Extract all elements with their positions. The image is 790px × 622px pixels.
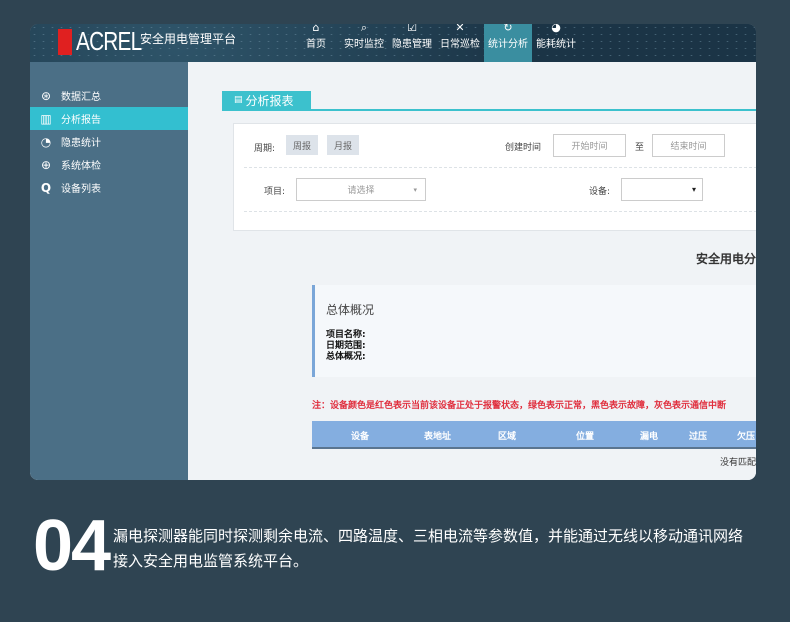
nav-hazard[interactable]: ☑ 隐患管理 [388, 24, 436, 62]
overview-title: 总体概况 [326, 303, 375, 317]
status-color-note: 注：设备颜色是红色表示当前该设备正处于报警状态，绿色表示正常，黑色表示故障，灰色… [312, 401, 727, 411]
weekly-button[interactable]: 周报 [286, 135, 318, 155]
dashboard-icon: ⊛ [40, 88, 52, 103]
nav-energy[interactable]: ◕ 能耗统计 [532, 24, 580, 62]
nav-label: 能耗统计 [536, 39, 576, 50]
column-leakage: 漏电 [640, 432, 659, 442]
overview-panel: 总体概况 项目名称: 日期范围: 总体概况: [312, 285, 756, 377]
overview-field: 总体概况: [326, 352, 366, 362]
column-undervoltage: 欠压 [737, 432, 756, 442]
empty-table-message: 没有匹配 [719, 458, 756, 468]
column-overvoltage: 过压 [689, 432, 708, 442]
created-time-label: 创建时间 [505, 143, 542, 153]
sidebar-label: 分析报告 [61, 115, 101, 126]
tools-icon: ✕ [455, 24, 465, 34]
column-device: 设备 [351, 432, 370, 442]
nav-monitor[interactable]: ⌕ 实时监控 [340, 24, 388, 62]
end-time-input[interactable]: 结束时间 [652, 134, 725, 157]
tab-underline [222, 109, 756, 111]
report-title: 安全用电分 [696, 252, 756, 266]
project-placeholder: 请选择 [347, 186, 375, 196]
sidebar-item-report[interactable]: ▥ 分析报告 [30, 107, 188, 130]
sidebar-item-devices[interactable]: Q 设备列表 [30, 176, 188, 199]
analysis-icon: ↻ [503, 24, 513, 34]
app-screenshot: ACREL 安全用电管理平台 ⌂ 首页 ⌕ 实时监控 ☑ 隐患管理 ✕ 日常巡检 ↻ 统计… [30, 24, 756, 480]
filter-row-1: 周期: 周报 月报 创建时间 开始时间 至 结束时间 [244, 124, 756, 168]
monitor-icon: ⌕ [360, 24, 368, 34]
sidebar-item-checkup[interactable]: ⊕ 系统体检 [30, 153, 188, 176]
top-header: ACREL 安全用电管理平台 ⌂ 首页 ⌕ 实时监控 ☑ 隐患管理 ✕ 日常巡检 ↻ 统计… [30, 24, 756, 62]
platform-title: 安全用电管理平台 [140, 32, 237, 46]
period-label: 周期: [254, 144, 276, 154]
sidebar-label: 数据汇总 [61, 92, 101, 103]
filter-row-2: 项目: 请选择 ▾ 设备: ▾ [244, 168, 756, 212]
nav-label: 统计分析 [488, 39, 528, 50]
home-icon: ⌂ [312, 24, 320, 34]
column-area: 区域 [498, 432, 517, 442]
logo-mark [58, 28, 72, 55]
sidebar-label: 系统体检 [61, 161, 101, 172]
filter-panel: 周期: 周报 月报 创建时间 开始时间 至 结束时间 项目: 请选择 ▾ 设备: … [233, 123, 756, 231]
project-name-field: 项目名称: [326, 330, 366, 340]
main-content: ▤ 分析报表 周期: 周报 月报 创建时间 开始时间 至 结束时间 项目: 请选择… [188, 62, 756, 480]
start-time-input[interactable]: 开始时间 [553, 134, 626, 157]
date-range-field: 日期范围: [326, 341, 366, 351]
nav-analysis[interactable]: ↻ 统计分析 [484, 24, 532, 62]
column-address: 表地址 [424, 432, 452, 442]
monthly-button[interactable]: 月报 [327, 135, 359, 155]
plus-circle-icon: ⊕ [40, 157, 52, 172]
nav-label: 首页 [306, 39, 326, 50]
document-icon: ▤ [234, 95, 243, 105]
nav-inspection[interactable]: ✕ 日常巡检 [436, 24, 484, 62]
device-select[interactable]: ▾ [621, 178, 703, 201]
caption-text: 漏电探测器能同时探测剩余电流、四路温度、三相电流等参数值，并能通过无线以移动通讯… [113, 527, 744, 570]
chevron-down-icon: ▾ [691, 185, 696, 194]
device-label: 设备: [589, 187, 611, 197]
chevron-down-icon: ▾ [413, 185, 417, 194]
nav-label: 隐患管理 [392, 39, 432, 50]
checklist-icon: ☑ [407, 24, 417, 34]
sidebar-item-hazard-stats[interactable]: ◔ 隐患统计 [30, 130, 188, 153]
nav-home[interactable]: ⌂ 首页 [292, 24, 340, 62]
sidebar-item-summary[interactable]: ⊛ 数据汇总 [30, 84, 188, 107]
search-icon: Q [40, 180, 52, 195]
column-location: 位置 [576, 432, 595, 442]
sidebar-label: 隐患统计 [61, 138, 101, 149]
project-label: 项目: [264, 187, 286, 197]
tab-analysis-report[interactable]: ▤ 分析报表 [222, 91, 311, 109]
to-label: 至 [635, 143, 645, 153]
sidebar: ⊛ 数据汇总 ▥ 分析报告 ◔ 隐患统计 ⊕ 系统体检 Q 设备列表 [30, 62, 188, 480]
logo-text: ACREL [76, 26, 142, 56]
nav-label: 日常巡检 [440, 39, 480, 50]
table-header: 设备 表地址 区域 位置 漏电 过压 欠压 [312, 421, 756, 449]
top-nav: ⌂ 首页 ⌕ 实时监控 ☑ 隐患管理 ✕ 日常巡检 ↻ 统计分析 ◕ 能耗统计 [292, 24, 580, 62]
pie-icon: ◔ [40, 134, 52, 149]
tab-label: 分析报表 [245, 93, 294, 108]
step-number: 04 [33, 506, 111, 586]
nav-label: 实时监控 [344, 39, 384, 50]
bar-chart-icon: ▥ [40, 111, 52, 126]
sidebar-label: 设备列表 [61, 184, 101, 195]
pie-icon: ◕ [551, 24, 561, 34]
project-select[interactable]: 请选择 ▾ [296, 178, 426, 201]
